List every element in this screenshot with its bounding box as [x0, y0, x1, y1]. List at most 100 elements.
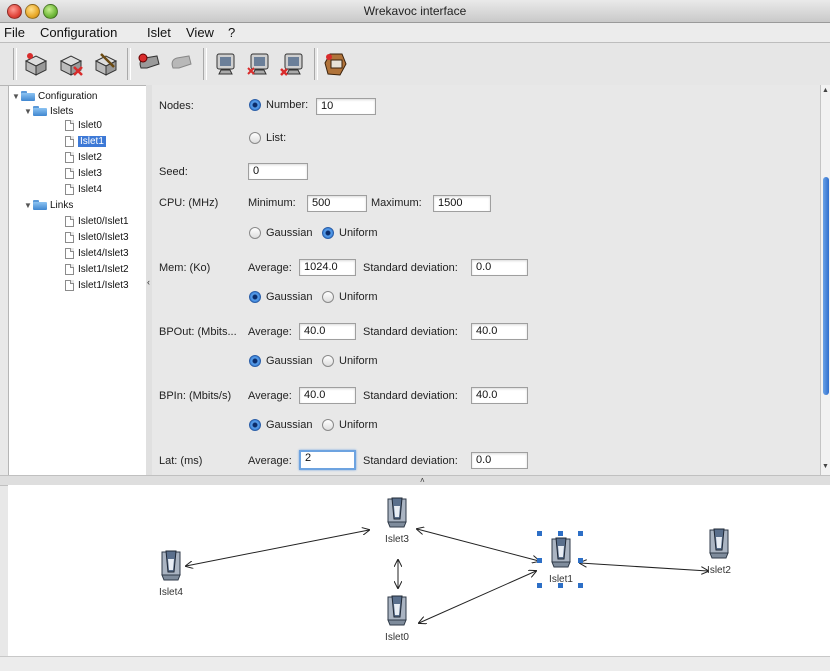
remove-link-icon	[171, 55, 192, 69]
cpu-minimum-input[interactable]: 500	[307, 195, 367, 212]
tree-item-islet2[interactable]: Islet2	[65, 150, 102, 164]
delete-monitor-button[interactable]	[277, 48, 309, 80]
expand-triangle-icon[interactable]: ▼	[23, 198, 33, 212]
document-icon	[65, 215, 74, 227]
bpout-sd-input[interactable]: 40.0	[471, 323, 528, 340]
radio-unselected-icon	[322, 355, 334, 367]
bpout-gaussian-radio[interactable]: Gaussian	[249, 355, 312, 367]
edit-box-button[interactable]	[90, 48, 122, 80]
scroll-up-arrow-icon[interactable]: ▲	[822, 87, 829, 94]
edge-islet0-islet1[interactable]	[419, 571, 536, 623]
bpin-uniform-radio[interactable]: Uniform	[322, 419, 378, 431]
add-monitor-button[interactable]	[209, 48, 241, 80]
split-grip-icon: ˄	[420, 476, 425, 485]
radio-label: Number:	[266, 99, 309, 111]
radio-unselected-icon	[249, 227, 261, 239]
selection-handle[interactable]	[537, 531, 542, 536]
cpu-gaussian-radio[interactable]: Gaussian	[249, 227, 312, 239]
graph-node-islet4[interactable]: Islet4	[136, 548, 206, 608]
mem-uniform-radio[interactable]: Uniform	[322, 291, 378, 303]
tree-label: Islet1/Islet3	[78, 279, 129, 291]
bpout-average-label: Average:	[248, 326, 292, 338]
edge-islet3-islet1[interactable]	[417, 529, 539, 561]
menu-view[interactable]: View	[186, 25, 214, 40]
lat-average-input[interactable]: 2	[299, 450, 356, 470]
tree-item-link[interactable]: Islet0/Islet3	[65, 230, 129, 244]
mem-gaussian-radio[interactable]: Gaussian	[249, 291, 312, 303]
tree-item-islet3[interactable]: Islet3	[65, 166, 102, 180]
bpin-average-input[interactable]: 40.0	[299, 387, 356, 404]
radio-selected-icon	[249, 355, 261, 367]
mem-label: Mem: (Ko)	[159, 262, 211, 274]
graph-node-islet3[interactable]: Islet3	[362, 495, 432, 555]
cpu-maximum-input[interactable]: 1500	[433, 195, 491, 212]
bpin-sd-input[interactable]: 40.0	[471, 387, 528, 404]
expand-triangle-icon[interactable]: ▼	[11, 89, 21, 103]
run-button[interactable]	[320, 48, 352, 80]
toolbar-separator	[203, 48, 207, 80]
scrollbar-thumb[interactable]	[823, 177, 829, 395]
radio-label: Uniform	[339, 227, 378, 239]
mem-sd-input[interactable]: 0.0	[471, 259, 528, 276]
bpout-uniform-radio[interactable]: Uniform	[322, 355, 378, 367]
nodes-number-input[interactable]: 10	[316, 98, 376, 115]
nodes-number-radio[interactable]: Number:	[249, 99, 308, 111]
selection-handle[interactable]	[558, 531, 563, 536]
edge-islet4-islet3[interactable]	[186, 530, 369, 566]
document-icon	[65, 167, 74, 179]
radio-label: Uniform	[339, 355, 378, 367]
selection-handle[interactable]	[558, 583, 563, 588]
server-icon	[387, 595, 407, 626]
menu-islet[interactable]: Islet	[147, 25, 171, 40]
selection-handle[interactable]	[537, 583, 542, 588]
document-icon	[65, 263, 74, 275]
remove-link-button[interactable]	[165, 48, 197, 80]
graph-node-islet2[interactable]: Islet2	[684, 526, 754, 586]
selection-handle[interactable]	[578, 558, 583, 563]
tree-label: Islet4	[78, 183, 102, 195]
tree-node-links[interactable]: ▼ Links	[23, 198, 73, 212]
scroll-down-arrow-icon[interactable]: ▼	[822, 463, 829, 470]
document-icon	[65, 231, 74, 243]
tree-item-islet1[interactable]: Islet1	[65, 134, 106, 148]
tree-label: Islet0/Islet3	[78, 231, 129, 243]
selection-handle[interactable]	[537, 558, 542, 563]
selection-handle[interactable]	[578, 531, 583, 536]
selection-handle[interactable]	[578, 583, 583, 588]
menu-configuration[interactable]: Configuration	[40, 25, 117, 40]
remove-box-button[interactable]	[55, 48, 87, 80]
bpin-gaussian-radio[interactable]: Gaussian	[249, 419, 312, 431]
tree-item-islet4[interactable]: Islet4	[65, 182, 102, 196]
folder-icon	[21, 91, 35, 101]
node-label: Islet2	[707, 565, 731, 576]
bpout-average-input[interactable]: 40.0	[299, 323, 356, 340]
remove-monitor-button[interactable]	[243, 48, 275, 80]
tree-node-islets[interactable]: ▼ Islets	[23, 104, 73, 118]
radio-unselected-icon	[322, 419, 334, 431]
add-box-button[interactable]	[20, 48, 52, 80]
graph-node-islet0[interactable]: Islet0	[362, 593, 432, 653]
edit-box-icon	[94, 53, 118, 76]
cpu-minimum-label: Minimum:	[248, 197, 296, 209]
form-vertical-scrollbar[interactable]: ▲ ▼	[820, 85, 830, 475]
menu-help[interactable]: ?	[228, 25, 235, 40]
lat-sd-input[interactable]: 0.0	[471, 452, 528, 469]
expand-triangle-icon[interactable]: ▼	[23, 104, 33, 118]
tree-item-link[interactable]: Islet1/Islet3	[65, 278, 129, 292]
tree-root-configuration[interactable]: ▼ Configuration	[11, 89, 97, 103]
cpu-uniform-radio[interactable]: Uniform	[322, 227, 378, 239]
mem-average-input[interactable]: 1024.0	[299, 259, 356, 276]
node-label: Islet4	[159, 587, 183, 598]
seed-input[interactable]: 0	[248, 163, 308, 180]
menu-file[interactable]: File	[4, 25, 25, 40]
tree-item-link[interactable]: Islet1/Islet2	[65, 262, 129, 276]
nodes-list-radio[interactable]: List:	[249, 132, 286, 144]
tree-item-link[interactable]: Islet4/Islet3	[65, 246, 129, 260]
toolbar-separator	[13, 48, 17, 80]
add-link-icon	[138, 53, 160, 69]
tree-item-islet0[interactable]: Islet0	[65, 118, 102, 132]
run-icon	[324, 53, 347, 76]
tree-label: Islet3	[78, 167, 102, 179]
add-link-button[interactable]	[133, 48, 165, 80]
tree-item-link[interactable]: Islet0/Islet1	[65, 214, 129, 228]
